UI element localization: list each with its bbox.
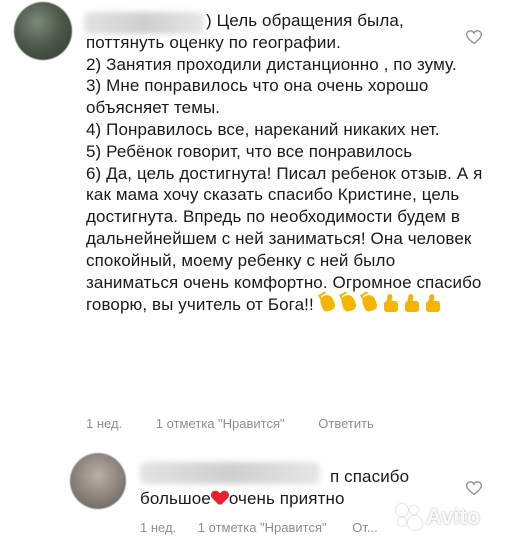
reply-body: п спасибо большое очень приятно [140,466,430,510]
reply-likes-link[interactable]: 1 отметка "Нравится" [198,520,327,535]
clapping-hands-icon [360,293,380,313]
like-heart-icon[interactable] [466,30,482,45]
reply-meta: 1 нед. 1 отметка "Нравится" От... [140,520,408,535]
reply-reply-button[interactable]: От... [352,520,377,535]
clapping-hands-icon [339,293,359,313]
reply-button[interactable]: Ответить [318,416,374,431]
reply-avatar[interactable] [70,453,126,509]
thumbs-up-icon [402,293,422,313]
thumbs-up-icon [381,293,401,313]
comment-body: ) Цель обращения была, поттянуть оценку … [86,10,486,319]
reply-text-end: очень приятно [228,488,345,508]
likes-count-link[interactable]: 1 отметка "Нравится" [156,416,285,431]
commenter-avatar[interactable] [14,2,72,60]
comment-text: ) Цель обращения была, поттянуть оценку … [86,11,483,315]
comment-time: 1 нед. [86,416,123,431]
avito-watermark: Avito [396,500,508,534]
clapping-hands-icon [318,293,338,313]
like-heart-icon[interactable] [466,481,482,496]
reply-time: 1 нед. [140,520,177,535]
avito-logo-icon [396,504,422,530]
red-heart-icon [212,491,228,505]
thumbs-up-icon [423,293,443,313]
emoji-row [318,293,444,319]
comment-meta: 1 нед. 1 отметка "Нравится" Ответить [86,416,404,431]
